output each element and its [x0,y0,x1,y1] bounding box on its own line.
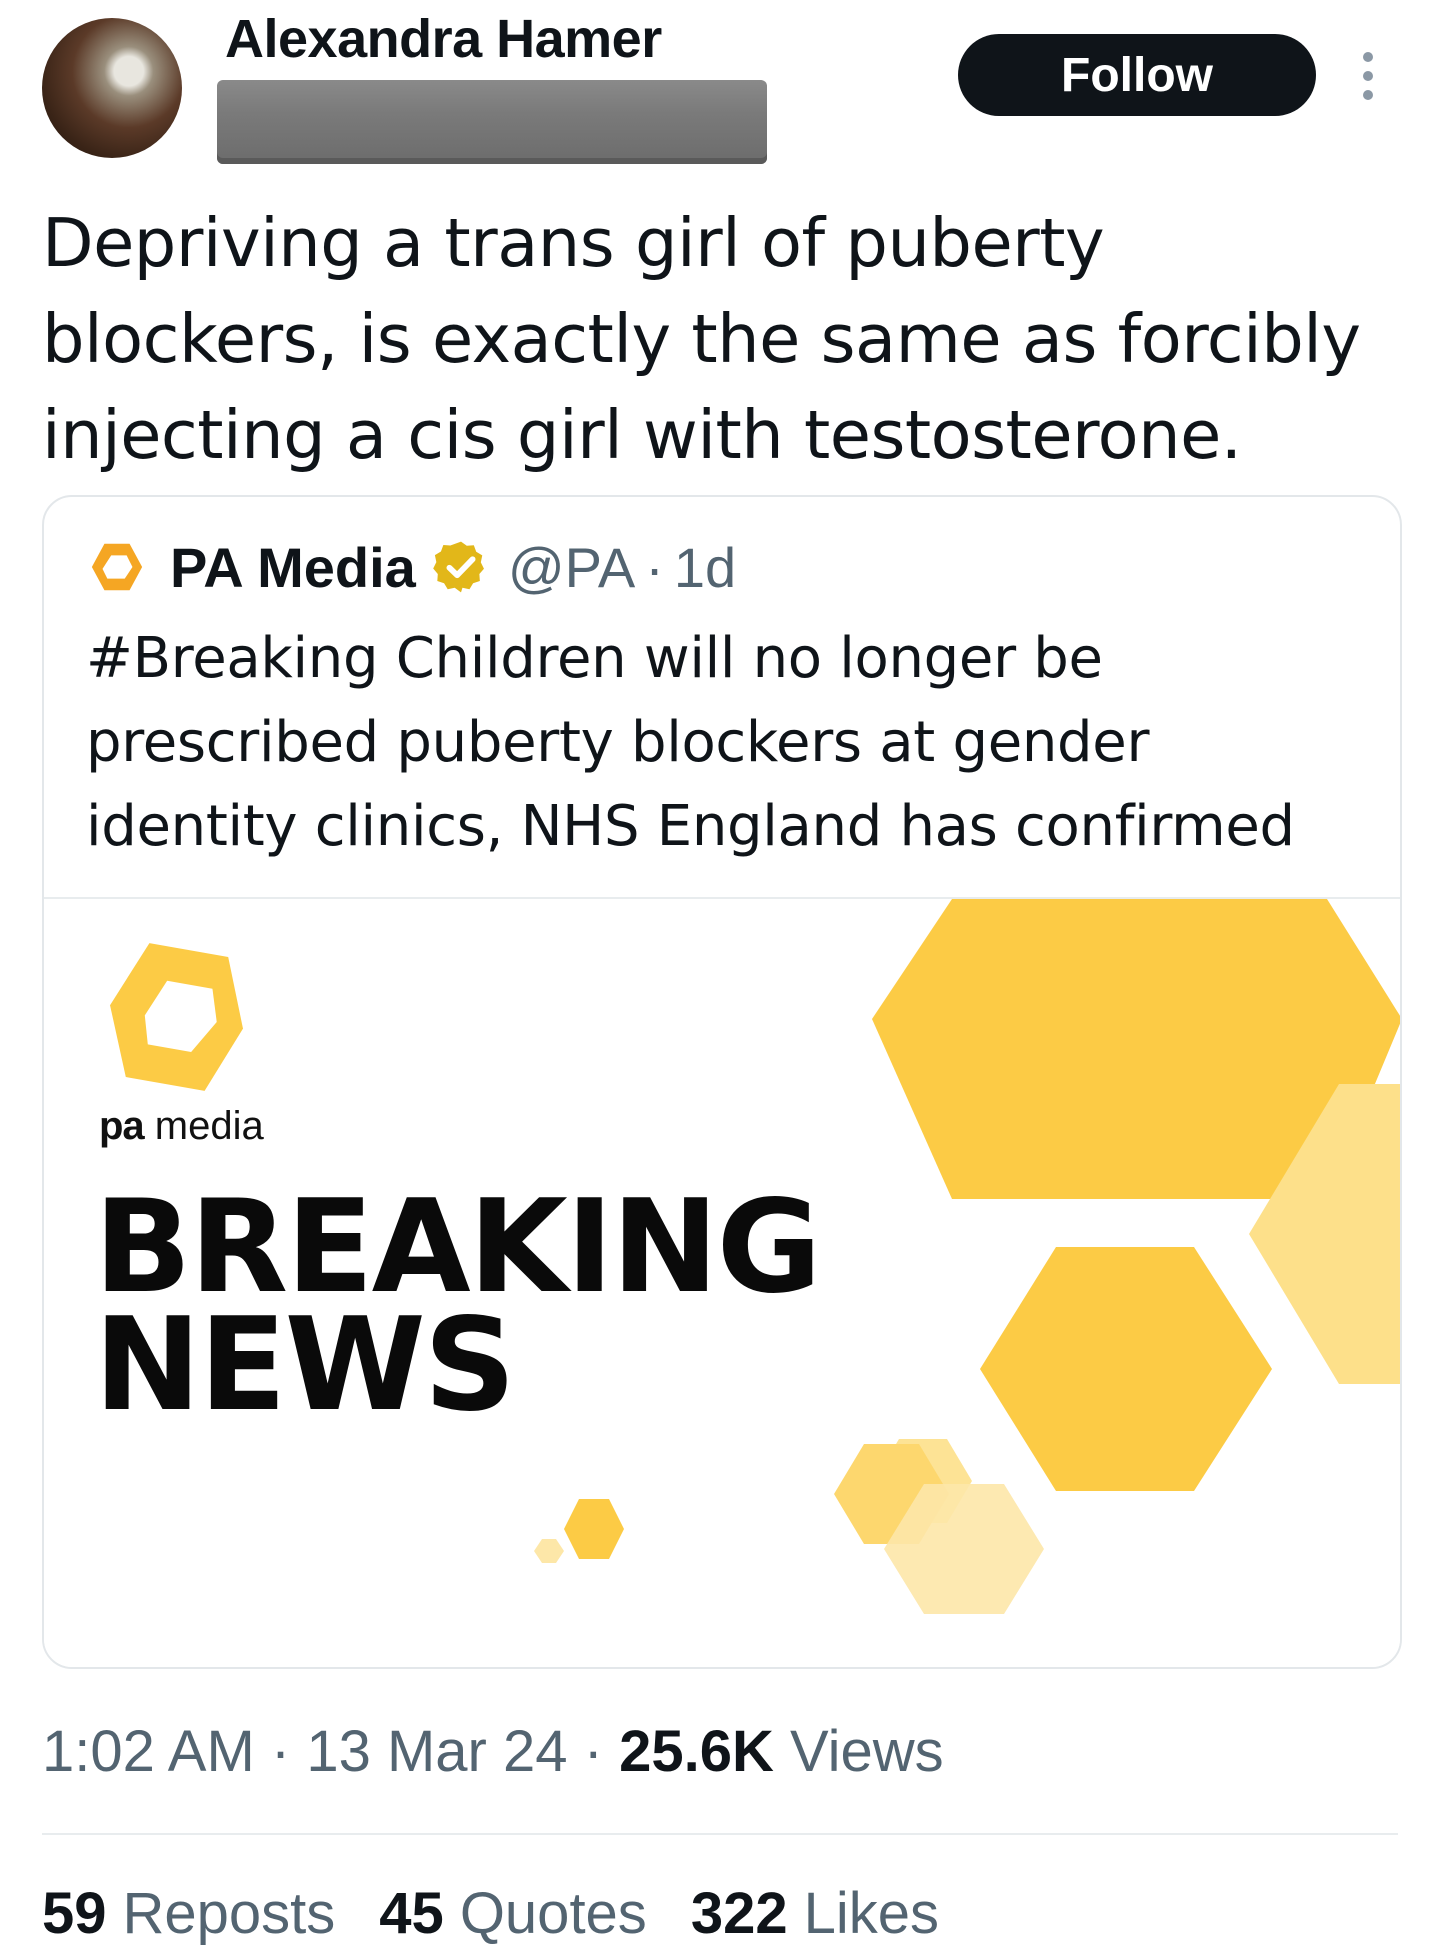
redacted-handle [217,80,767,164]
tweet-text-line: Depriving a trans girl of puberty [42,204,1105,282]
wordmark-bold: pa [99,1104,145,1148]
separator-dot: · [567,1719,620,1784]
quoted-tweet-card[interactable]: PA Media @PA · 1d #Breaking Children wil… [42,495,1402,1669]
separator-dot: · [254,1719,307,1784]
quoted-text-line: prescribed puberty blockers at gender [86,710,1150,775]
tweet-meta: 1:02 AM · 13 Mar 24 · 25.6K Views [42,1718,944,1785]
pa-media-logo-icon [91,543,143,591]
quotes-count: 45 [379,1881,444,1946]
engagement-stats: 59 Reposts 45 Quotes 322 Likes [42,1880,983,1947]
reposts-label: Reposts [122,1881,336,1946]
quotes-label: Quotes [459,1881,647,1946]
reposts-stat[interactable]: 59 Reposts [42,1880,335,1947]
verified-badge-icon [433,541,484,593]
quoted-text-line: identity clinics, NHS England has confir… [86,794,1295,859]
quoted-author-handle[interactable]: @PA [508,535,635,600]
quoted-tweet-time[interactable]: 1d [674,535,736,600]
reposts-count: 59 [42,1881,107,1946]
tweet-text: Depriving a trans girl of puberty blocke… [42,195,1402,483]
quoted-author-name[interactable]: PA Media [170,535,416,600]
separator-dot: · [645,535,664,599]
quoted-tweet-text: #Breaking Children will no longer be pre… [86,617,1366,869]
divider [42,1833,1398,1835]
quoted-text-line: #Breaking Children will no longer be [86,626,1103,691]
likes-count: 322 [690,1881,788,1946]
wordmark-light: media [143,1104,264,1148]
views-count: 25.6K [619,1719,774,1784]
pa-media-wordmark: pa media [99,1104,264,1149]
tweet-text-line: injecting a cis girl with testosterone. [42,396,1242,474]
breaking-news-image[interactable]: pa media BREAKING NEWS [44,899,1400,1667]
hexagon-shape [534,1539,564,1563]
likes-stat[interactable]: 322 Likes [691,1880,939,1947]
likes-label: Likes [803,1881,939,1946]
follow-button[interactable]: Follow [958,34,1316,116]
more-options-icon[interactable] [1358,52,1378,100]
headline-line: NEWS [94,1291,516,1440]
views-label: Views [773,1719,944,1784]
quoted-tweet-header: PA Media @PA · 1d [88,535,736,600]
author-name[interactable]: Alexandra Hamer [225,8,662,70]
tweet-date[interactable]: 13 Mar 24 [306,1719,567,1784]
hexagon-shape [980,1247,1272,1491]
tweet-text-line: blockers, is exactly the same as forcibl… [42,300,1361,378]
breaking-news-headline: BREAKING NEWS [94,1173,822,1440]
hexagon-shape [564,1499,624,1559]
tweet-time[interactable]: 1:02 AM [42,1719,255,1784]
avatar[interactable] [42,18,182,158]
headline-line: BREAKING [94,1173,822,1322]
quotes-stat[interactable]: 45 Quotes [379,1880,647,1947]
pa-media-logo-icon [110,943,243,1091]
